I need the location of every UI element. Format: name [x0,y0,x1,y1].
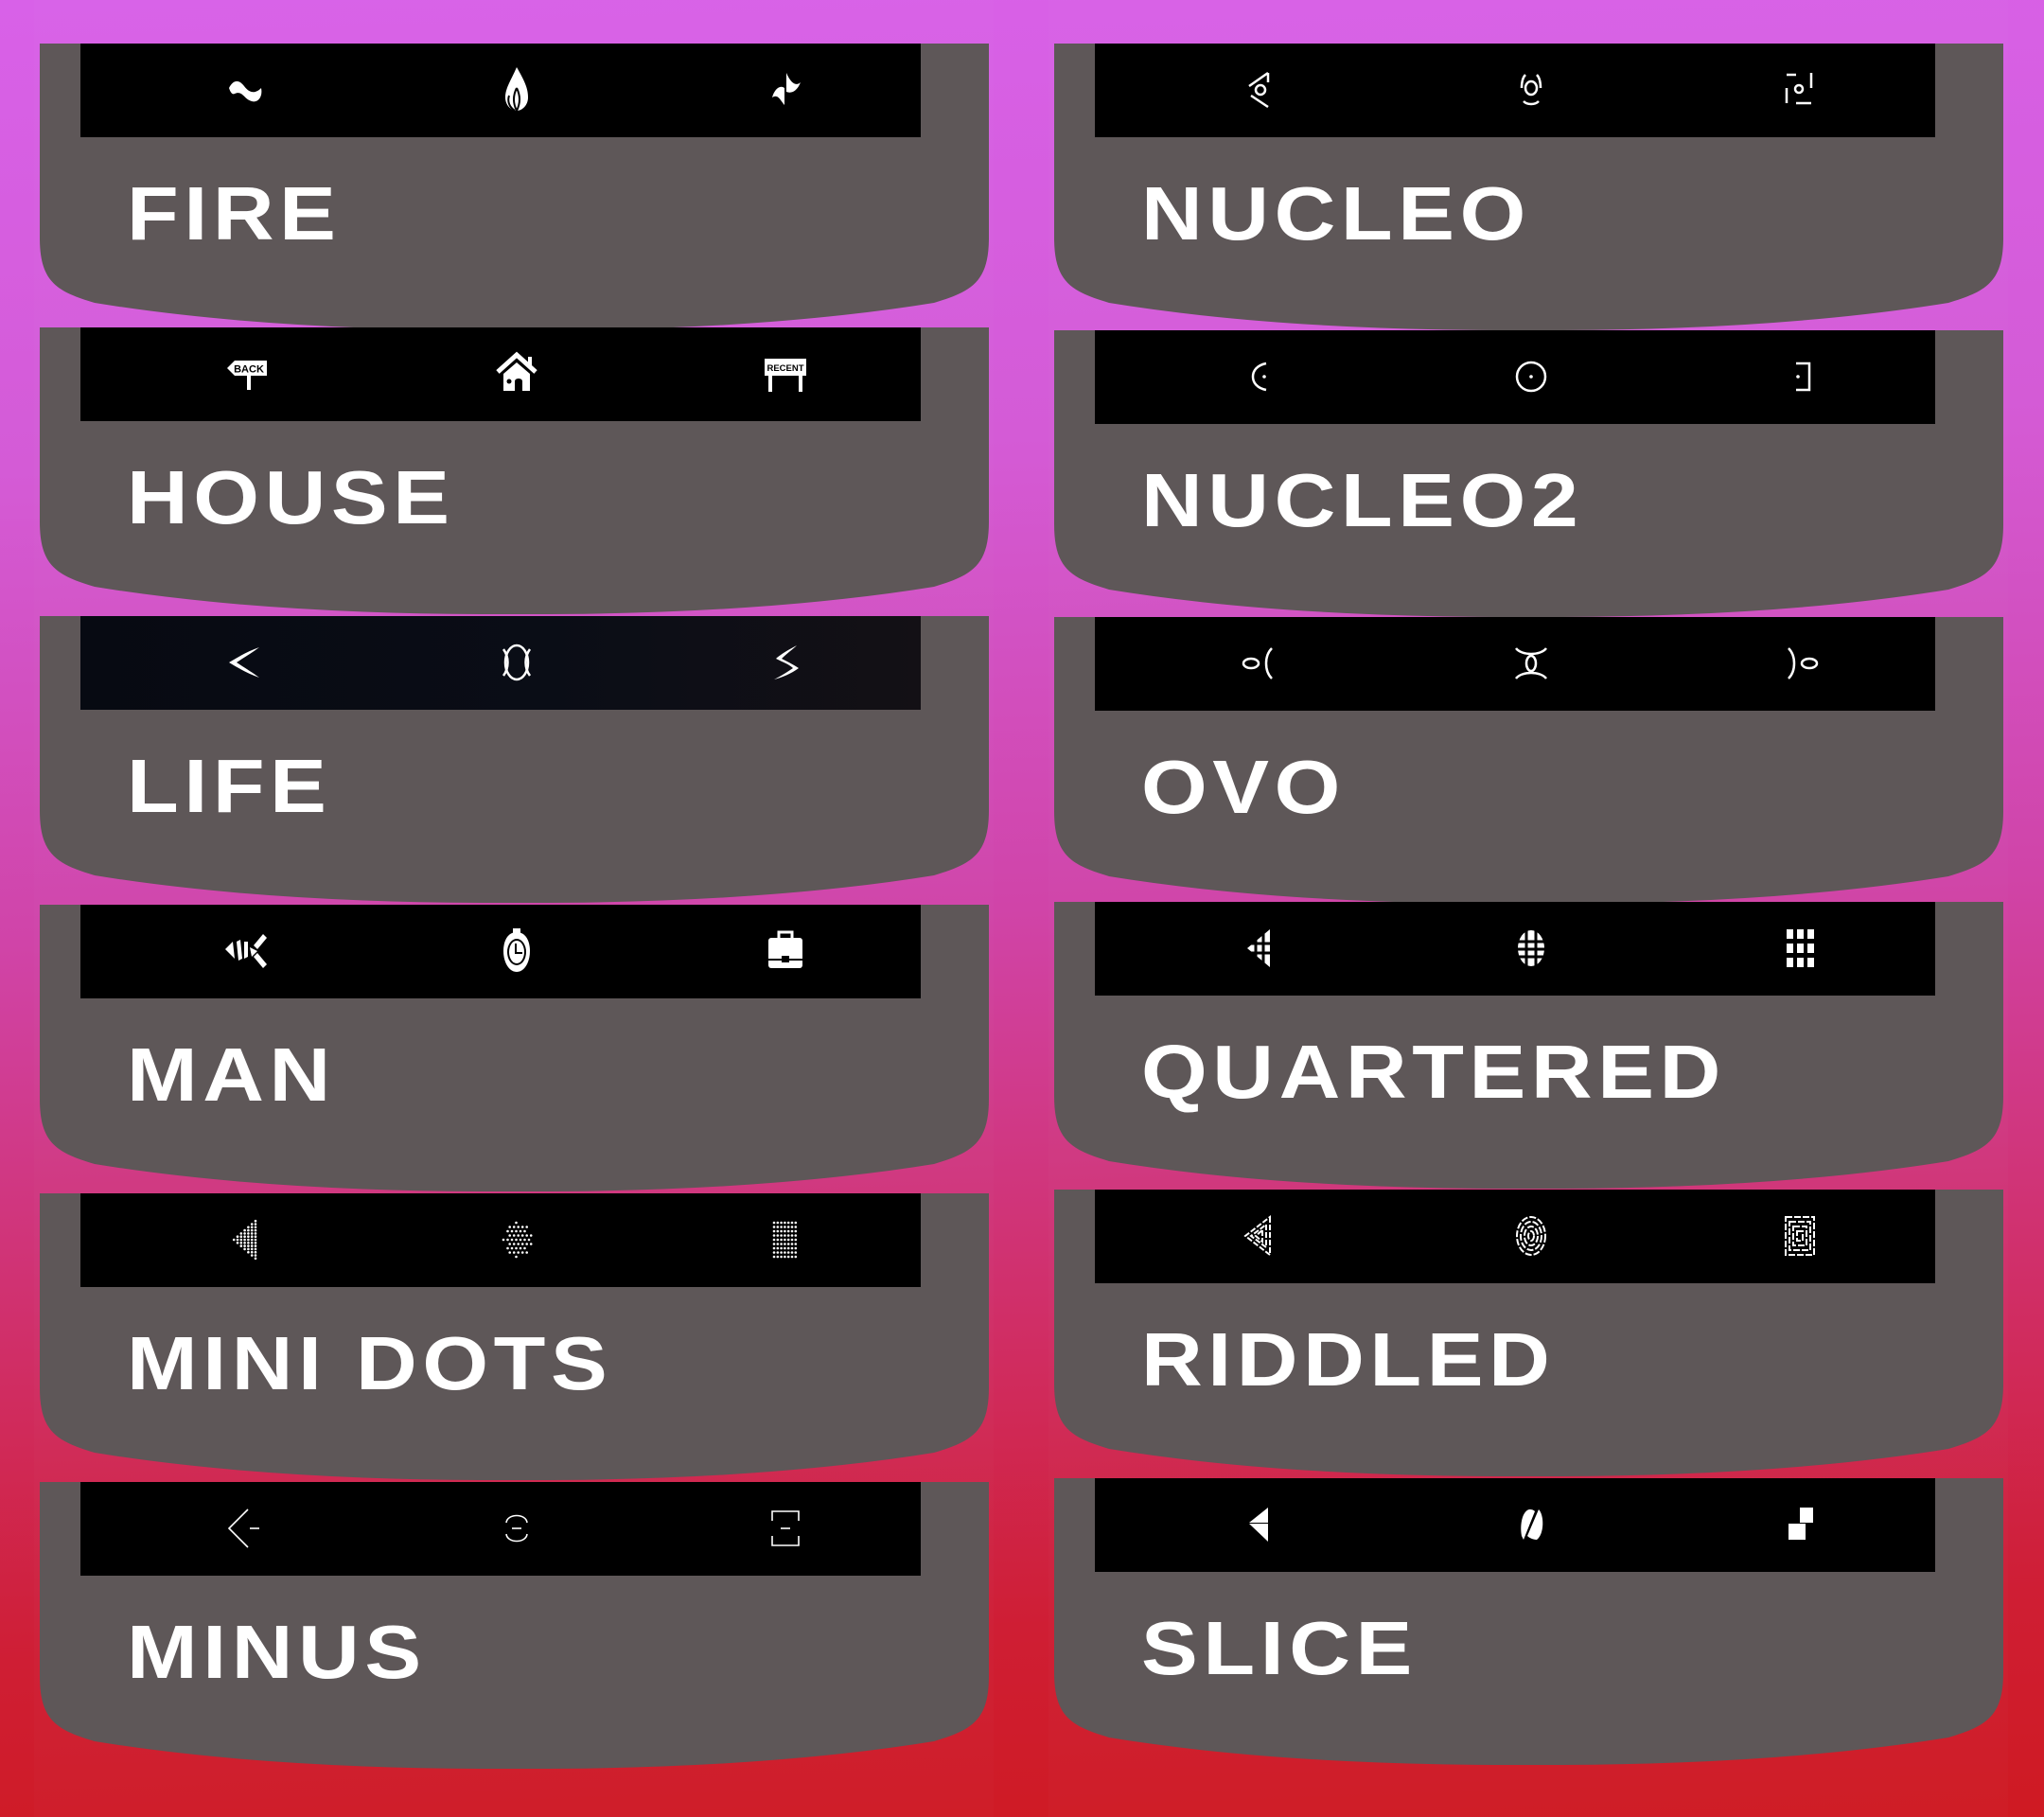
minus-back-icon [216,1498,276,1559]
sign-recent-text: RECENT [766,363,803,374]
dots-triangle-icon [216,1209,276,1270]
theme-card-fire[interactable]: FIRE [40,44,989,331]
theme-card-nucleo[interactable]: NUCLEO [1054,44,2003,331]
theme-label: NUCLEO [1141,171,1531,256]
navbar-preview [80,1482,921,1576]
briefcase-icon [755,921,816,981]
nucleo2-circle-home-icon [1501,346,1561,407]
ovo-recent-icon [1770,633,1830,694]
navbar-preview [80,616,921,710]
fire-wave-back-icon [216,60,276,120]
quartered-triangle-icon [1230,918,1291,979]
navbar-preview: BACK RECENT [80,327,921,421]
riddled-square-icon [1770,1206,1830,1266]
theme-label: OVO [1141,745,1346,829]
nucleo-triangle-back-icon [1230,60,1291,120]
theme-label: MINUS [127,1610,427,1694]
dots-circle-icon [486,1209,547,1270]
riddled-circle-icon [1501,1206,1561,1266]
theme-label: RIDDLED [1141,1317,1556,1402]
theme-card-riddled[interactable]: RIDDLED [1054,1190,2003,1477]
life-circle-home-icon [486,632,547,693]
slice-square-icon [1770,1494,1830,1555]
back-sign-icon: BACK [216,344,276,404]
dots-square-icon [755,1209,816,1270]
nucleo2-arc-back-icon [1230,346,1291,407]
minus-recent-icon [755,1498,816,1559]
nucleo-square-recent-icon [1770,60,1830,120]
theme-label: FIRE [127,171,342,256]
navbar-preview [1095,1478,1935,1572]
theme-card-house[interactable]: BACK RECENT HOUSE [40,327,989,615]
theme-card-life[interactable]: LIFE [40,616,989,904]
life-zigzag-recent-icon [755,632,816,693]
ovo-back-icon [1230,633,1291,694]
navbar-preview [1095,1190,1935,1283]
ovo-home-icon [1501,633,1561,694]
flame-home-icon [486,60,547,120]
theme-card-slice[interactable]: SLICE [1054,1478,2003,1766]
theme-card-quartered[interactable]: QUARTERED [1054,902,2003,1190]
quartered-grid-icon [1770,918,1830,979]
theme-card-man[interactable]: MAN [40,905,989,1192]
theme-card-nucleo2[interactable]: NUCLEO2 [1054,330,2003,618]
slice-circle-icon [1501,1494,1561,1555]
sign-back-text: BACK [234,364,264,376]
theme-label: MINI DOTS [127,1321,613,1405]
navbar-preview [80,44,921,137]
fire-split-recent-icon [755,60,816,120]
riddled-triangle-icon [1230,1206,1291,1266]
navbar-preview [1095,617,1935,711]
navbar-preview [80,905,921,998]
theme-label: SLICE [1141,1606,1418,1690]
life-chevron-back-icon [216,632,276,693]
minus-home-icon [486,1498,547,1559]
nucleo2-bracket-recent-icon [1770,346,1830,407]
theme-label: NUCLEO2 [1141,458,1584,542]
navbar-preview [80,1193,921,1287]
theme-card-minus[interactable]: MINUS [40,1482,989,1770]
theme-label: MAN [127,1032,336,1117]
theme-label: QUARTERED [1141,1030,1726,1114]
theme-label: HOUSE [127,455,455,539]
theme-card-ovo[interactable]: OVO [1054,617,2003,905]
house-icon [486,344,547,404]
quartered-circle-icon [1501,918,1561,979]
navbar-preview [1095,330,1935,424]
theme-card-mini-dots[interactable]: MINI DOTS [40,1193,989,1481]
navbar-preview [1095,902,1935,996]
slice-triangle-icon [1230,1494,1291,1555]
navbar-preview [1095,44,1935,137]
nucleo-circle-home-icon [1501,60,1561,120]
theme-label: LIFE [127,744,332,828]
recent-sign-icon: RECENT [755,344,816,404]
watch-icon [486,921,547,981]
tie-icon [216,921,276,981]
